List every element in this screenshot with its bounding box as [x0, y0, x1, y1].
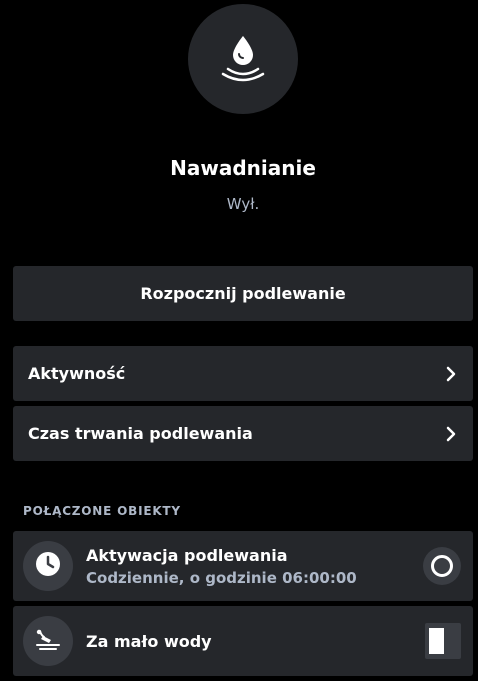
- activation-radio[interactable]: [423, 547, 461, 585]
- menu-item-label: Aktywność: [28, 364, 126, 383]
- chevron-right-icon: [445, 426, 457, 442]
- water-drop-icon: [221, 32, 265, 86]
- linked-object-subtitle: Codziennie, o godzinie 06:00:00: [86, 568, 357, 587]
- linked-object-title: Za mało wody: [86, 631, 212, 651]
- low-water-icon: [35, 627, 61, 655]
- menu-item-label: Czas trwania podlewania: [28, 424, 253, 443]
- low-water-icon-wrapper: [23, 616, 73, 666]
- start-watering-button[interactable]: Rozpocznij podlewanie: [13, 266, 473, 321]
- menu-item-activity[interactable]: Aktywność: [13, 346, 473, 401]
- chevron-right-icon: [445, 366, 457, 382]
- menu-item-watering-duration[interactable]: Czas trwania podlewania: [13, 406, 473, 461]
- low-water-state-indicator[interactable]: [425, 623, 461, 659]
- state-fill: [429, 628, 444, 654]
- radio-ring-icon: [431, 555, 453, 577]
- device-title: Nawadnianie: [170, 156, 316, 180]
- linked-objects-header: POŁĄCZONE OBIEKTY: [23, 504, 181, 518]
- clock-icon: [35, 551, 61, 581]
- hero-icon-circle: [188, 4, 298, 114]
- linked-object-watering-activation[interactable]: Aktywacja podlewania Codziennie, o godzi…: [13, 531, 473, 601]
- device-status: Wył.: [226, 195, 260, 213]
- linked-object-title: Aktywacja podlewania: [86, 545, 288, 565]
- linked-object-low-water[interactable]: Za mało wody: [13, 606, 473, 676]
- clock-icon-wrapper: [23, 541, 73, 591]
- start-watering-label: Rozpocznij podlewanie: [140, 284, 346, 303]
